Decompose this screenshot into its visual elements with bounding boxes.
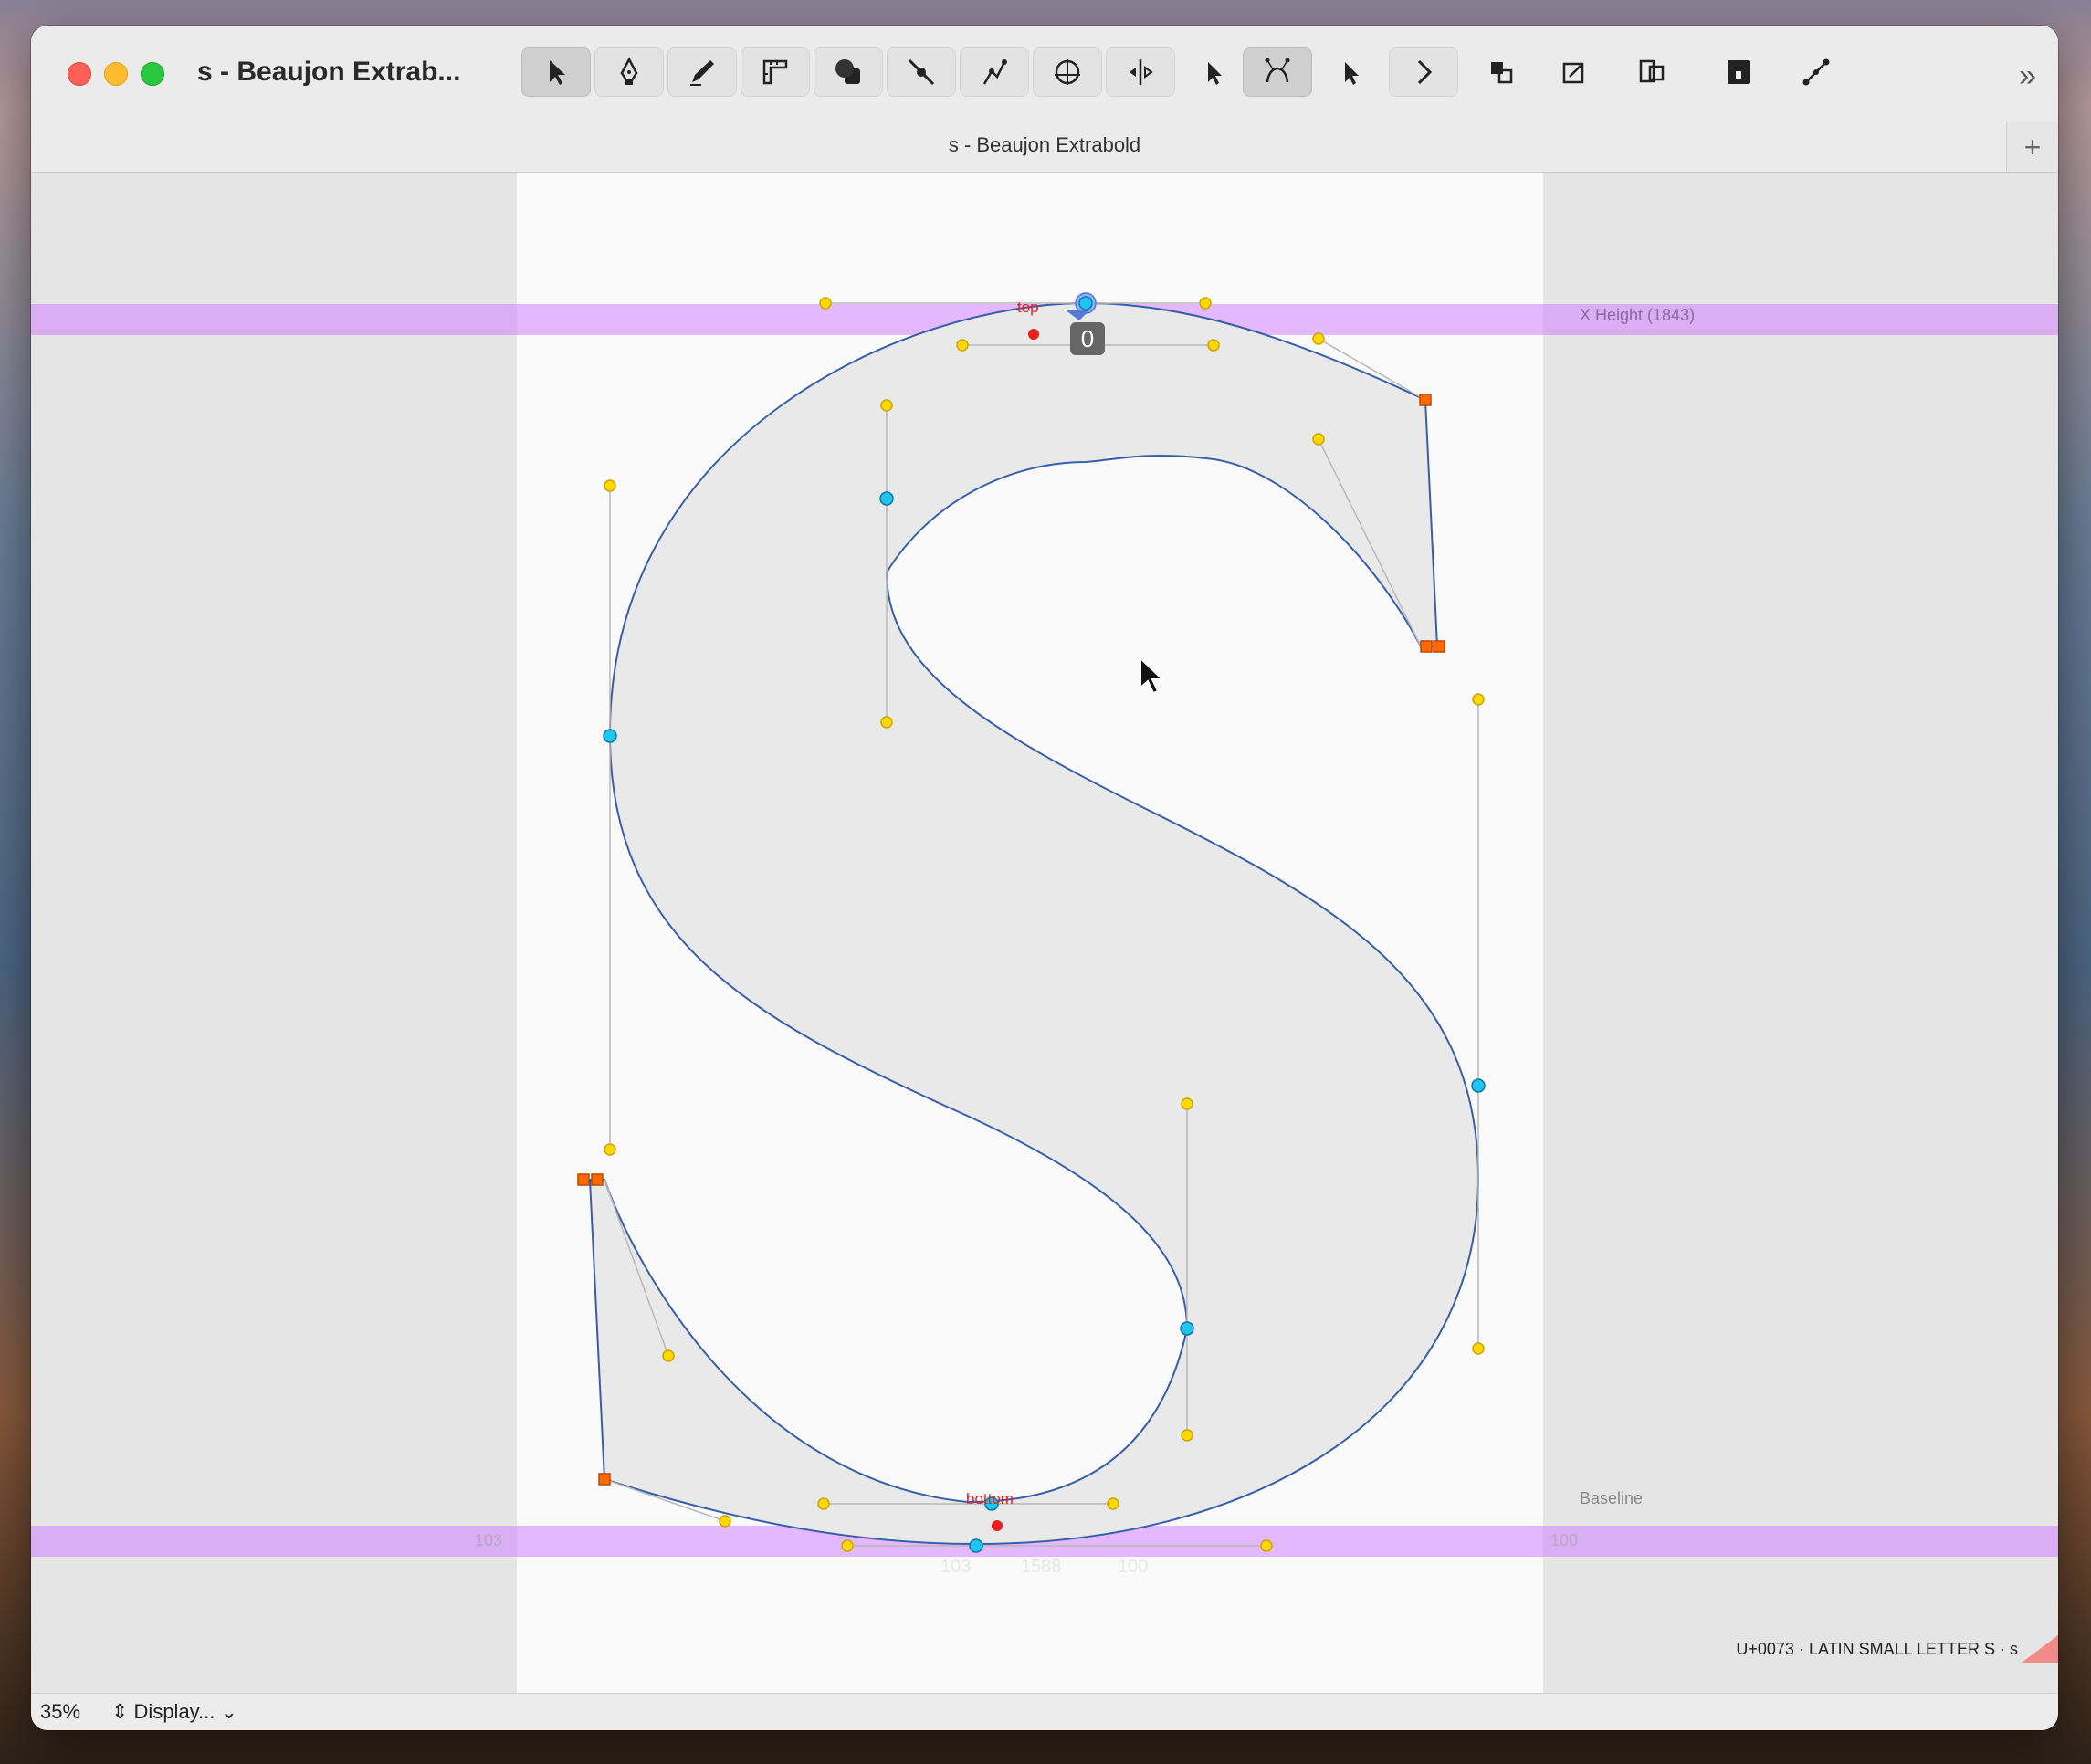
lock-button[interactable] [1704, 47, 1773, 97]
ruler-icon [762, 59, 788, 85]
window-title: s - Beaujon Extrab... [197, 57, 461, 87]
path-button[interactable] [1781, 47, 1851, 97]
arrow-pointer-icon [550, 60, 565, 85]
curve-tool[interactable] [1243, 47, 1312, 97]
knife-icon [908, 58, 935, 86]
add-tab-button[interactable]: + [2006, 122, 2058, 173]
pencil-tool[interactable] [667, 47, 737, 97]
document-tab-title[interactable]: s - Beaujon Extrabold [31, 133, 2058, 157]
select-tool[interactable] [521, 47, 591, 97]
title-bar: s - Beaujon Extrab... » s - Beaujon Extr… [31, 26, 2058, 173]
maximize-window-button[interactable] [141, 62, 164, 86]
components-button[interactable] [1466, 47, 1536, 97]
anchor-bottom-label: bottom [966, 1490, 1014, 1507]
node-pen-icon [982, 59, 1007, 85]
glyph-unicode-info: U+0073 · LATIN SMALL LETTER S · s [1736, 1640, 2018, 1658]
anchor-tool[interactable] [1033, 47, 1102, 97]
glyph-outline-view[interactable]: top bottom [31, 173, 2058, 1694]
pointer-tool[interactable] [1179, 47, 1248, 97]
anchor-top-label: top [1017, 299, 1039, 316]
zoom-level[interactable]: 35% [40, 1700, 80, 1724]
corner-icon [1562, 62, 1584, 84]
node-tool[interactable] [960, 47, 1029, 97]
glyph-s-outline[interactable] [588, 301, 1480, 1546]
pointer-icon [1345, 62, 1359, 85]
layers-icon [1639, 59, 1665, 83]
shapes-tool[interactable] [814, 47, 883, 97]
pencil-icon [690, 60, 714, 86]
transform-tool[interactable] [1106, 47, 1175, 97]
glyph-editor-window: s - Beaujon Extrab... » s - Beaujon Extr… [31, 26, 2058, 1730]
bezier-curve-icon [1265, 58, 1290, 83]
status-bar: 35% ⇕ Display... ⌄ [31, 1693, 2058, 1730]
shapes-icon [835, 59, 860, 84]
close-window-button[interactable] [68, 62, 91, 86]
chevron-down-icon: ⌄ [215, 1700, 237, 1723]
minimize-window-button[interactable] [104, 62, 128, 86]
next-tool[interactable] [1389, 47, 1458, 97]
pen-tool[interactable] [594, 47, 664, 97]
display-menu[interactable]: ⇕ Display... ⌄ [111, 1700, 237, 1724]
pointer-alt-tool[interactable] [1316, 47, 1385, 97]
pointer-icon [1208, 62, 1222, 85]
anchor-circle-icon [1055, 59, 1080, 85]
mouse-cursor-icon [1140, 656, 1165, 695]
transform-icon [1130, 59, 1153, 85]
measure-tool[interactable] [741, 47, 810, 97]
knife-tool[interactable] [887, 47, 956, 97]
stepper-icon: ⇕ [111, 1700, 134, 1723]
edit-canvas[interactable]: X Height (1843) Baseline 103 100 103 158… [31, 173, 2058, 1694]
chevron-right-icon [1417, 59, 1433, 85]
selected-node-badge: 0 [1070, 322, 1105, 355]
corner-button[interactable] [1539, 47, 1609, 97]
display-label: Display... [133, 1700, 215, 1723]
line-path-icon [1802, 58, 1830, 86]
toolbar-overflow-button[interactable]: » [2019, 58, 2036, 94]
color-label-flag[interactable] [2022, 1635, 2058, 1663]
layers-button[interactable] [1617, 47, 1686, 97]
pen-nib-icon [620, 57, 638, 85]
lock-icon [1728, 60, 1750, 84]
components-icon [1491, 62, 1513, 84]
